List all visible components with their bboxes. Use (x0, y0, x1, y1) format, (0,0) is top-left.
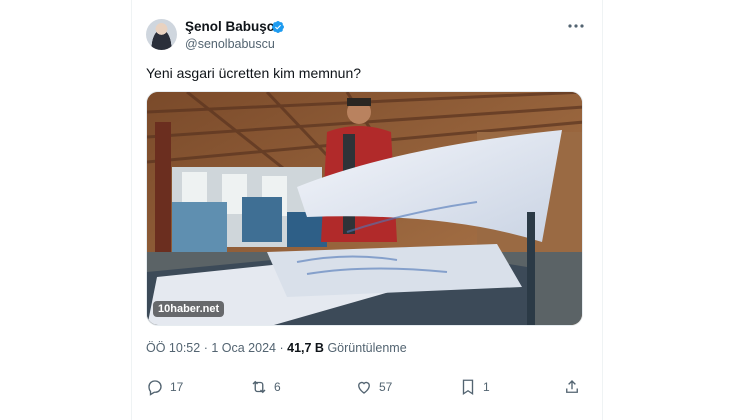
reply-icon (148, 380, 162, 396)
retweet-icon (252, 380, 266, 394)
tweet-meta: ÖÖ 10:52 · 1 Oca 2024 · 41,7 B Görüntüle… (146, 340, 407, 356)
avatar[interactable] (146, 19, 177, 50)
views-count: 41,7 B (287, 341, 324, 355)
retweet-button[interactable]: 6 (250, 377, 281, 397)
bookmark-icon (462, 379, 474, 396)
bookmark-count: 1 (483, 380, 490, 394)
meta-separator: · (279, 341, 284, 355)
bookmark-button[interactable]: 1 (459, 377, 490, 397)
tweet-actions: 17 6 57 1 (146, 377, 586, 397)
reply-count: 17 (170, 380, 184, 394)
share-icon (566, 380, 578, 393)
like-count: 57 (379, 380, 393, 394)
media-source-label: 10haber.net (153, 301, 225, 317)
like-button[interactable]: 57 (355, 377, 392, 397)
share-button[interactable] (563, 377, 581, 397)
author-name[interactable]: Şenol Babuşcu (185, 19, 283, 35)
more-icon[interactable] (566, 18, 586, 34)
reply-button[interactable]: 17 (146, 377, 183, 397)
author-handle[interactable]: @senolbabuscu (185, 36, 275, 52)
verified-badge-icon (272, 21, 284, 33)
heart-icon (358, 381, 370, 394)
tweet-time[interactable]: ÖÖ 10:52 (146, 341, 200, 355)
tweet-media-photo[interactable]: 10haber.net (146, 91, 583, 326)
tweet-date[interactable]: 1 Oca 2024 (211, 341, 276, 355)
tweet-text: Yeni asgari ücretten kim memnun? (146, 65, 362, 81)
meta-separator: · (203, 341, 208, 355)
retweet-count: 6 (274, 380, 281, 394)
views-label: Görüntülenme (327, 341, 407, 355)
